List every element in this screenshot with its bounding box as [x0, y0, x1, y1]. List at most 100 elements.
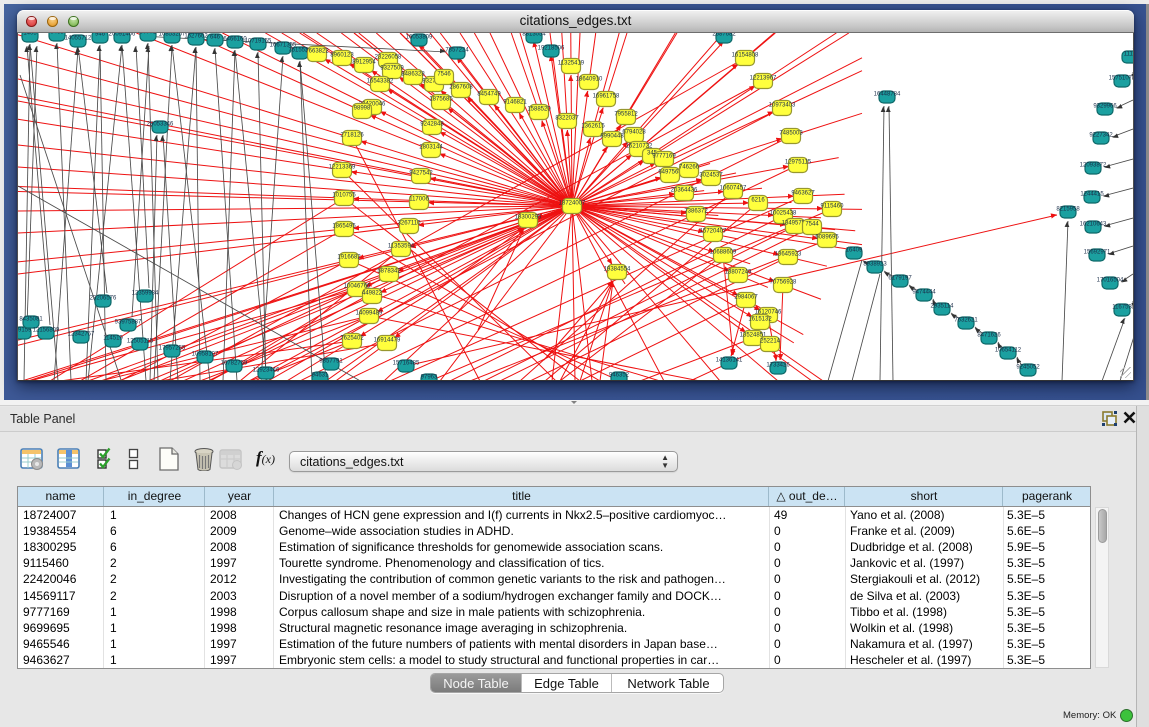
svg-text:9329966: 9329966 — [1093, 104, 1117, 110]
svg-text:19218506: 19218506 — [538, 46, 565, 52]
svg-text:15692971: 15692971 — [1084, 250, 1111, 256]
svg-text:9777169: 9777169 — [652, 154, 676, 160]
svg-text:1010755: 1010755 — [332, 193, 356, 199]
svg-text:28053346: 28053346 — [147, 122, 174, 128]
svg-text:12505115: 12505115 — [127, 339, 154, 345]
svg-text:16448784: 16448784 — [874, 92, 901, 98]
svg-text:10853257: 10853257 — [159, 33, 186, 38]
svg-text:7386372: 7386372 — [684, 209, 708, 215]
svg-text:7955812: 7955812 — [614, 112, 638, 118]
svg-text:98998: 98998 — [354, 106, 371, 112]
svg-text:1865495: 1865495 — [332, 224, 356, 230]
svg-text:17957255: 17957255 — [159, 346, 186, 352]
svg-text:17016504: 17016504 — [1097, 278, 1124, 284]
svg-text:8322037: 8322037 — [555, 116, 579, 122]
svg-text:10973403: 10973403 — [769, 103, 796, 109]
svg-text:9463627: 9463627 — [791, 191, 815, 197]
svg-text:12975115: 12975115 — [785, 160, 812, 166]
svg-text:10958107: 10958107 — [192, 352, 219, 358]
svg-text:93975887: 93975887 — [115, 320, 142, 326]
svg-text:16914479: 16914479 — [374, 338, 401, 344]
svg-text:12923446: 12923446 — [253, 368, 280, 374]
svg-text:7544: 7544 — [805, 222, 819, 228]
svg-text:3267110: 3267110 — [398, 221, 422, 227]
svg-text:19384554: 19384554 — [604, 267, 631, 273]
svg-text:1244415: 1244415 — [1080, 192, 1104, 198]
svg-text:18724007: 18724007 — [559, 201, 586, 207]
svg-text:12359934: 12359934 — [132, 291, 159, 297]
svg-text:23206576: 23206576 — [90, 296, 117, 302]
svg-text:10688609: 10688609 — [710, 250, 737, 256]
svg-text:6089695: 6089695 — [815, 235, 839, 241]
svg-text:2867608: 2867608 — [449, 85, 473, 91]
svg-text:12213967: 12213967 — [750, 76, 777, 82]
svg-text:7625402: 7625402 — [340, 336, 364, 342]
svg-text:23226058: 23226058 — [375, 55, 402, 61]
svg-text:1527602: 1527602 — [184, 34, 208, 40]
svg-text:117006: 117006 — [409, 197, 429, 203]
svg-text:16053809: 16053809 — [406, 35, 433, 41]
svg-text:12156809: 12156809 — [33, 328, 60, 334]
svg-text:7632621: 7632621 — [954, 318, 978, 324]
svg-text:20364436: 20364436 — [671, 188, 698, 194]
svg-text:10025438: 10025438 — [770, 211, 797, 217]
svg-text:7485003: 7485003 — [779, 131, 803, 137]
svg-text:16543382: 16543382 — [367, 79, 394, 85]
svg-text:746266: 746266 — [679, 165, 700, 171]
svg-text:6179197: 6179197 — [888, 276, 912, 282]
svg-text:9463: 9463 — [50, 33, 64, 36]
svg-text:1588520: 1588520 — [527, 107, 551, 113]
svg-text:2687682: 2687682 — [712, 33, 736, 38]
svg-text:9427542: 9427542 — [409, 171, 433, 177]
svg-text:252214: 252214 — [760, 339, 781, 345]
svg-text:8486328: 8486328 — [401, 72, 425, 78]
svg-text:8990448: 8990448 — [600, 134, 624, 140]
svg-text:1112: 1112 — [1124, 52, 1133, 58]
svg-text:1615132: 1615132 — [748, 317, 772, 323]
svg-text:1733426: 1733426 — [766, 363, 790, 369]
svg-text:16409: 16409 — [846, 248, 863, 254]
svg-text:946352: 946352 — [609, 373, 630, 379]
svg-text:114519: 114519 — [103, 336, 123, 342]
svg-text:97963: 97963 — [421, 375, 438, 381]
svg-text:18300295: 18300295 — [515, 215, 542, 221]
svg-text:1916682: 1916682 — [337, 255, 361, 261]
svg-text:14055712: 14055712 — [65, 36, 92, 42]
svg-text:97771: 97771 — [140, 33, 157, 36]
svg-text:8435081: 8435081 — [19, 317, 43, 323]
svg-text:9857791: 9857791 — [319, 359, 343, 365]
svg-text:116753: 116753 — [1112, 305, 1132, 311]
svg-text:15720407: 15720407 — [700, 229, 727, 235]
svg-text:8215958: 8215958 — [1056, 207, 1080, 213]
svg-text:10654112: 10654112 — [995, 348, 1022, 354]
svg-text:13807249: 13807249 — [725, 270, 752, 276]
svg-text:8938923: 8938923 — [863, 262, 887, 268]
svg-text:12213369: 12213369 — [329, 165, 356, 171]
svg-text:9474444: 9474444 — [912, 290, 936, 296]
svg-text:16782759: 16782759 — [221, 361, 248, 367]
svg-text:10607457: 10607457 — [720, 186, 747, 192]
svg-text:8454749: 8454749 — [477, 92, 501, 98]
svg-text:16961758: 16961758 — [593, 94, 620, 100]
svg-text:11353594: 11353594 — [388, 244, 415, 250]
svg-text:6794028: 6794028 — [622, 130, 646, 136]
svg-text:1362615: 1362615 — [581, 124, 605, 130]
svg-text:449822: 449822 — [362, 291, 383, 297]
svg-text:9245052: 9245052 — [1016, 365, 1040, 371]
svg-text:14136141: 14136141 — [716, 358, 743, 364]
svg-text:2935114: 2935114 — [931, 304, 955, 310]
svg-text:946: 946 — [95, 33, 106, 38]
svg-text:13645923: 13645923 — [775, 252, 802, 258]
svg-text:7663822: 7663822 — [305, 49, 329, 55]
svg-text:9115460: 9115460 — [821, 204, 845, 210]
svg-text:12093872: 12093872 — [1080, 163, 1107, 169]
svg-text:7857224: 7857224 — [445, 48, 469, 54]
svg-text:2984067: 2984067 — [734, 295, 758, 301]
svg-text:646: 646 — [210, 35, 221, 41]
svg-text:6216: 6216 — [751, 198, 765, 204]
svg-text:10719155: 10719155 — [245, 39, 272, 45]
svg-text:16210643: 16210643 — [1080, 222, 1107, 228]
svg-text:8813054: 8813054 — [522, 33, 546, 38]
svg-text:1875685: 1875685 — [429, 97, 453, 103]
svg-text:14099489: 14099489 — [356, 311, 383, 317]
